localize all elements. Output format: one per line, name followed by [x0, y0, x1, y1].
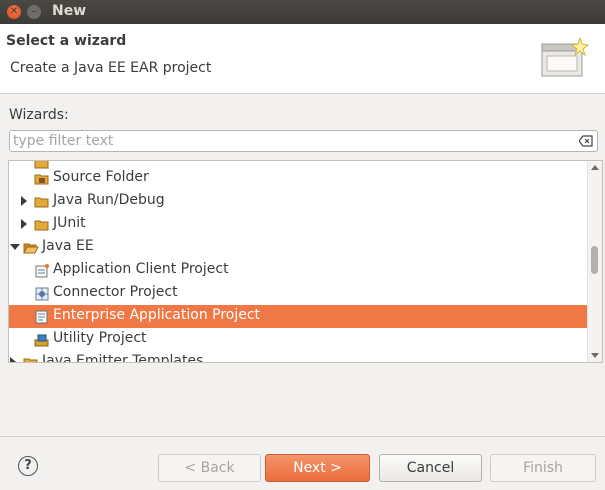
close-window-button[interactable]: ✕: [7, 5, 21, 19]
finish-button[interactable]: Finish: [490, 454, 596, 482]
source-folder-icon: [34, 174, 49, 185]
folder-open-icon: [23, 243, 39, 254]
help-icon: ?: [24, 458, 32, 473]
utility-project-icon: [34, 334, 49, 347]
back-button[interactable]: < Back: [158, 454, 261, 482]
minimize-icon: –: [31, 6, 37, 17]
scroll-up-icon[interactable]: [591, 165, 599, 170]
tree-item-java-emitter-templates[interactable]: Java Emitter Templates: [9, 351, 587, 363]
window-title: New: [52, 3, 87, 19]
ear-project-icon: [35, 310, 48, 324]
help-button[interactable]: ?: [18, 456, 38, 476]
tree-item-connector-project[interactable]: Connector Project: [9, 282, 587, 305]
tree-item-label: Source Folder: [53, 169, 149, 185]
scroll-thumb[interactable]: [591, 246, 598, 274]
page-title: Select a wizard: [6, 33, 127, 49]
close-icon: ✕: [9, 6, 19, 17]
next-button[interactable]: Next >: [265, 454, 370, 482]
page-description: Create a Java EE EAR project: [10, 60, 212, 76]
folder-icon: [23, 358, 38, 362]
wizards-label: Wizards:: [9, 107, 69, 123]
expand-arrow-icon[interactable]: [10, 357, 16, 362]
tree-item-label: Connector Project: [53, 284, 178, 300]
tree-item-source-folder[interactable]: Source Folder: [9, 167, 587, 190]
tree-item-java-ee[interactable]: Java EE: [9, 236, 587, 259]
collapse-arrow-icon[interactable]: [10, 244, 20, 250]
button-bar-separator: [0, 436, 605, 437]
app-client-project-icon: [35, 264, 49, 278]
tree-item-label: JUnit: [53, 215, 86, 231]
tree-item-label: Utility Project: [53, 330, 147, 346]
wizard-tree[interactable]: Source Folder Java Run/Debug JUnit Java …: [8, 160, 603, 363]
title-bar: ✕ – New: [0, 0, 605, 24]
folder-icon: [34, 197, 49, 208]
wizard-header: Select a wizard Create a Java EE EAR pro…: [0, 24, 605, 94]
tree-item-label: Java Emitter Templates: [42, 353, 204, 363]
tree-item-junit[interactable]: JUnit: [9, 213, 587, 236]
tree-item-java-run-debug[interactable]: Java Run/Debug: [9, 190, 587, 213]
filter-input[interactable]: [13, 132, 573, 150]
tree-item-application-client-project[interactable]: Application Client Project: [9, 259, 587, 282]
filter-field[interactable]: [9, 130, 598, 152]
cancel-button[interactable]: Cancel: [379, 454, 482, 482]
tree-item-label: Java EE: [42, 238, 94, 254]
tree-item-label: Enterprise Application Project: [53, 307, 261, 323]
connector-project-icon: [35, 287, 49, 301]
expand-arrow-icon[interactable]: [21, 219, 27, 229]
expand-arrow-icon[interactable]: [21, 196, 27, 206]
wizard-banner-icon: [541, 36, 590, 77]
tree-item-label: Java Run/Debug: [53, 192, 165, 208]
tree-scrollbar[interactable]: [587, 161, 602, 362]
tree-item-utility-project[interactable]: Utility Project: [9, 328, 587, 351]
tree-item-label: Application Client Project: [53, 261, 229, 277]
scroll-down-icon[interactable]: [591, 353, 599, 358]
clear-filter-icon[interactable]: [579, 135, 593, 147]
folder-icon: [34, 220, 49, 231]
tree-item-enterprise-application-project[interactable]: Enterprise Application Project: [9, 305, 587, 328]
minimize-window-button[interactable]: –: [27, 5, 41, 19]
